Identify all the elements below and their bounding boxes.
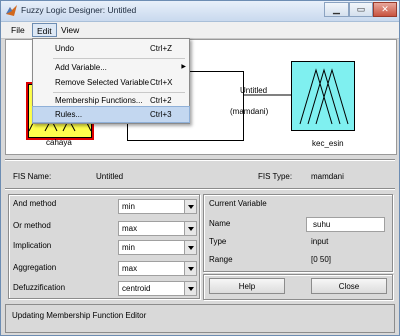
menu-item-rules[interactable]: Rules... Ctrl+3 <box>32 106 190 123</box>
defuzzification-dropdown[interactable]: centroid <box>118 281 197 296</box>
defuzzification-label: Defuzzification <box>13 283 66 292</box>
close-icon: ✕ <box>381 4 389 14</box>
fis-name-value: Untitled <box>96 172 124 181</box>
minimize-button[interactable]: ▁ <box>324 2 349 17</box>
maximize-button[interactable]: ▭ <box>349 2 373 17</box>
output-variable-box[interactable] <box>291 61 355 131</box>
and-method-dropdown[interactable]: min <box>118 199 197 214</box>
name-label: Name <box>209 219 231 228</box>
close-button[interactable]: Close <box>311 278 387 294</box>
implication-label: Implication <box>13 241 52 250</box>
chevron-down-icon <box>184 282 196 295</box>
edit-menu-dropdown: Undo Ctrl+Z Add Variable... ▶ Remove Sel… <box>32 38 190 124</box>
divider <box>5 159 395 161</box>
maximize-icon: ▭ <box>356 4 366 14</box>
or-method-label: Or method <box>13 221 51 230</box>
menu-bar: File Edit View <box>1 22 399 39</box>
current-variable-title: Current Variable <box>209 199 267 208</box>
aggregation-dropdown[interactable]: max <box>118 261 197 276</box>
menu-edit[interactable]: Edit <box>32 23 57 37</box>
divider <box>5 188 395 190</box>
menu-item-remove-variable[interactable]: Remove Selected Variable Ctrl+X <box>33 75 189 90</box>
minimize-icon: ▁ <box>333 4 340 14</box>
status-bar: Updating Membership Function Editor <box>5 304 395 333</box>
fuzzy-logic-designer-window: Fuzzy Logic Designer: Untitled ▁ ▭ ✕ Fil… <box>0 0 400 336</box>
matlab-icon <box>6 5 17 16</box>
output-membership-plot <box>299 68 349 125</box>
menu-item-membership-functions[interactable]: Membership Functions... Ctrl+2 <box>33 93 189 108</box>
close-window-button[interactable]: ✕ <box>373 2 397 17</box>
help-button[interactable]: Help <box>209 278 285 294</box>
aggregation-label: Aggregation <box>13 263 57 272</box>
menu-separator <box>53 58 185 59</box>
chevron-down-icon <box>184 200 196 213</box>
implication-dropdown[interactable]: min <box>118 240 197 255</box>
type-value: input <box>311 237 329 246</box>
fis-box-name: Untitled <box>240 86 268 95</box>
type-label: Type <box>209 237 227 246</box>
menu-view[interactable]: View <box>57 23 83 37</box>
menu-item-add-variable[interactable]: Add Variable... ▶ <box>33 60 189 75</box>
range-label: Range <box>209 255 233 264</box>
output-variable-label: kec_esin <box>312 139 344 148</box>
chevron-down-icon <box>184 262 196 275</box>
fis-type-value: mamdani <box>311 172 344 181</box>
chevron-down-icon <box>184 241 196 254</box>
title-bar: Fuzzy Logic Designer: Untitled ▁ ▭ ✕ <box>1 1 399 22</box>
fis-box-type: (mamdani) <box>230 107 269 116</box>
or-method-dropdown[interactable]: max <box>118 221 197 236</box>
menu-file[interactable]: File <box>7 23 29 37</box>
menu-item-undo[interactable]: Undo Ctrl+Z <box>33 41 189 56</box>
fis-type-label: FIS Type: <box>258 172 293 181</box>
and-method-label: And method <box>13 199 57 208</box>
chevron-down-icon <box>184 222 196 235</box>
fis-name-label: FIS Name: <box>13 172 52 181</box>
submenu-arrow-icon: ▶ <box>181 64 186 70</box>
range-value: [0 50] <box>311 255 332 264</box>
window-title: Fuzzy Logic Designer: Untitled <box>21 5 137 15</box>
status-text: Updating Membership Function Editor <box>12 311 147 320</box>
variable-name-input[interactable]: suhu <box>306 217 385 232</box>
